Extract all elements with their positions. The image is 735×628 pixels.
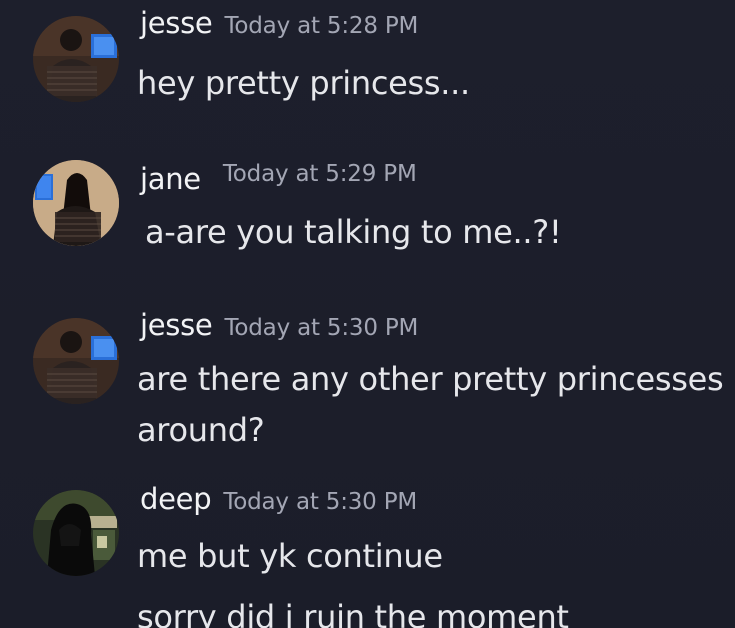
username[interactable]: jane bbox=[140, 162, 201, 196]
message-text: a-are you talking to me..?! bbox=[145, 213, 562, 251]
message-text: me but yk continue bbox=[137, 537, 443, 575]
person-at-computer-icon bbox=[33, 318, 119, 404]
user-avatar[interactable] bbox=[33, 490, 119, 576]
user-avatar[interactable] bbox=[33, 16, 119, 102]
timestamp: Today at 5:29 PM bbox=[222, 161, 417, 187]
timestamp: Today at 5:28 PM bbox=[224, 13, 419, 39]
username[interactable]: jesse bbox=[140, 308, 213, 342]
message-text: are there any other pretty princesses bbox=[137, 360, 724, 398]
username[interactable]: deep bbox=[140, 482, 212, 516]
username[interactable]: jesse bbox=[140, 6, 213, 40]
timestamp: Today at 5:30 PM bbox=[224, 315, 419, 341]
timestamp: Today at 5:30 PM bbox=[223, 489, 418, 515]
message-text: around? bbox=[137, 411, 265, 449]
person-at-computer-icon bbox=[33, 16, 119, 102]
user-avatar[interactable] bbox=[33, 318, 119, 404]
message-text: sorry did i ruin the moment bbox=[137, 598, 569, 628]
message-text: hey pretty princess... bbox=[137, 64, 470, 102]
girl-at-computer-icon bbox=[33, 160, 119, 246]
user-avatar[interactable] bbox=[33, 160, 119, 246]
chat-message-list: jesse Today at 5:28 PM hey pretty princes… bbox=[0, 0, 735, 628]
hooded-figure-icon bbox=[33, 490, 119, 576]
